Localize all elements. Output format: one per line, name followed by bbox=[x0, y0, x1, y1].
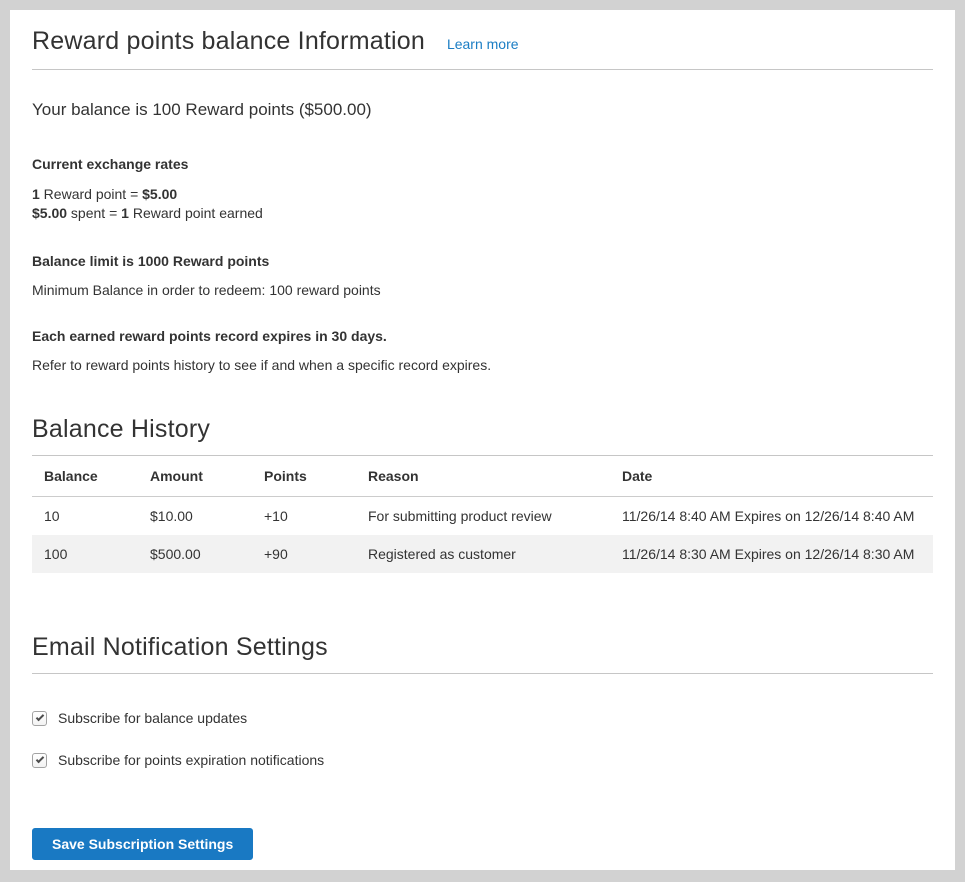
subscribe-expiration-row[interactable]: Subscribe for points expiration notifica… bbox=[32, 752, 933, 768]
exchange-rates-heading: Current exchange rates bbox=[32, 156, 933, 172]
table-cell: Registered as customer bbox=[356, 535, 610, 573]
balance-limit-text: Balance limit is 1000 Reward points bbox=[32, 253, 933, 269]
table-header-cell: Balance bbox=[32, 456, 138, 497]
rate-earn-text: Reward point = bbox=[40, 186, 142, 202]
page-title: Reward points balance Information bbox=[32, 27, 425, 56]
table-cell: 100 bbox=[32, 535, 138, 573]
subscribe-expiration-label: Subscribe for points expiration notifica… bbox=[58, 752, 324, 768]
balance-history-header-row: BalanceAmountPointsReasonDate bbox=[32, 456, 933, 497]
exchange-rate-spend: $5.00 spent = 1 Reward point earned bbox=[32, 205, 263, 221]
balance-history-body: 10$10.00+10For submitting product review… bbox=[32, 497, 933, 574]
reward-points-panel: Reward points balance Information Learn … bbox=[10, 10, 955, 870]
table-cell: For submitting product review bbox=[356, 497, 610, 536]
table-cell: 10 bbox=[32, 497, 138, 536]
balance-history-heading: Balance History bbox=[32, 415, 933, 456]
table-cell: +10 bbox=[252, 497, 356, 536]
table-row: 100$500.00+90Registered as customer11/26… bbox=[32, 535, 933, 573]
table-header-cell: Reason bbox=[356, 456, 610, 497]
balance-history-table: BalanceAmountPointsReasonDate 10$10.00+1… bbox=[32, 456, 933, 573]
table-header-cell: Points bbox=[252, 456, 356, 497]
expiry-text: Each earned reward points record expires… bbox=[32, 328, 933, 344]
exchange-rates: 1 Reward point = $5.00 $5.00 spent = 1 R… bbox=[32, 185, 933, 223]
min-redeem-text: Minimum Balance in order to redeem: 100 … bbox=[32, 282, 933, 298]
subscribe-expiration-checkbox[interactable] bbox=[32, 753, 47, 768]
subscribe-balance-checkbox[interactable] bbox=[32, 711, 47, 726]
table-row: 10$10.00+10For submitting product review… bbox=[32, 497, 933, 536]
table-cell: 11/26/14 8:40 AM Expires on 12/26/14 8:4… bbox=[610, 497, 933, 536]
subscribe-balance-row[interactable]: Subscribe for balance updates bbox=[32, 710, 933, 726]
exchange-rate-earn: 1 Reward point = $5.00 bbox=[32, 186, 177, 202]
table-cell: +90 bbox=[252, 535, 356, 573]
table-cell: $10.00 bbox=[138, 497, 252, 536]
page-title-row: Reward points balance Information Learn … bbox=[32, 10, 933, 70]
table-header-cell: Amount bbox=[138, 456, 252, 497]
rate-spend-points: 1 bbox=[121, 205, 129, 221]
subscribe-balance-label: Subscribe for balance updates bbox=[58, 710, 247, 726]
expiry-note-text: Refer to reward points history to see if… bbox=[32, 357, 933, 373]
table-header-cell: Date bbox=[610, 456, 933, 497]
email-settings-heading: Email Notification Settings bbox=[32, 633, 933, 674]
save-subscription-settings-button[interactable]: Save Subscription Settings bbox=[32, 828, 253, 860]
checkmark-icon bbox=[36, 712, 44, 720]
table-cell: 11/26/14 8:30 AM Expires on 12/26/14 8:3… bbox=[610, 535, 933, 573]
rate-spend-value: $5.00 bbox=[32, 205, 67, 221]
rate-spend-text: spent = bbox=[67, 205, 121, 221]
checkmark-icon bbox=[36, 754, 44, 762]
rate-spend-text2: Reward point earned bbox=[129, 205, 263, 221]
rate-earn-value: $5.00 bbox=[142, 186, 177, 202]
balance-summary: Your balance is 100 Reward points ($500.… bbox=[32, 100, 933, 120]
table-cell: $500.00 bbox=[138, 535, 252, 573]
learn-more-link[interactable]: Learn more bbox=[447, 36, 519, 52]
rate-earn-points: 1 bbox=[32, 186, 40, 202]
